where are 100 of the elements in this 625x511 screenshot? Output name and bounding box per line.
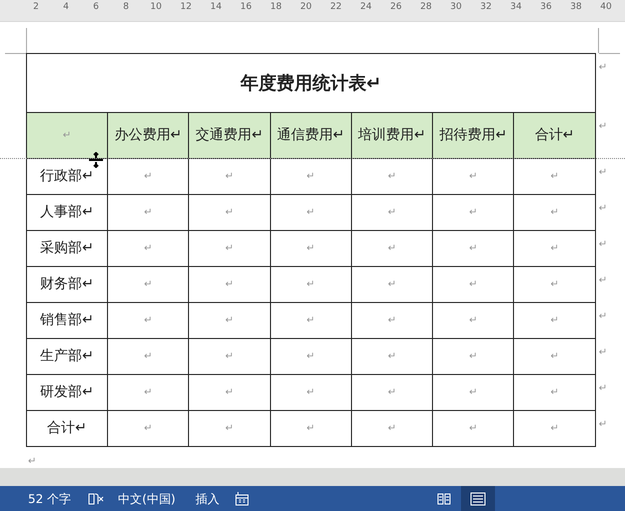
table-cell: ↵ — [514, 194, 596, 230]
column-header: 通信费用↵ — [270, 112, 352, 158]
table-cell: ↵ — [432, 266, 514, 302]
ruler-number: 36 — [540, 1, 552, 14]
table-cell: ↵ — [351, 410, 433, 446]
language-indicator[interactable]: 中文(中国) — [118, 490, 176, 508]
table-cell: ↵ — [514, 158, 596, 194]
table-cell: ↵ — [514, 338, 596, 374]
ruler-number: 26 — [390, 1, 402, 14]
table-cell: ↵ — [351, 374, 433, 410]
table-cell: ↵ — [351, 194, 433, 230]
table-cell: ↵ — [270, 338, 352, 374]
row-header: 研发部↵ — [26, 374, 108, 410]
word-count[interactable]: 52 个字 — [28, 490, 72, 508]
insert-mode[interactable]: 插入 — [195, 490, 220, 508]
row-end-mark: ↵ — [598, 203, 608, 215]
table-cell: ↵ — [108, 338, 189, 374]
ruler-number: 32 — [480, 1, 492, 14]
table-cell: ↵ — [188, 374, 270, 410]
table-cell: ↵ — [270, 230, 352, 266]
ruler-number: 6 — [93, 1, 99, 14]
column-header: 合计↵ — [514, 112, 596, 158]
table-cell: ↵ — [432, 230, 514, 266]
ruler-number: 34 — [510, 1, 522, 14]
ruler-number: 20 — [300, 1, 312, 14]
ruler-number: 14 — [210, 1, 222, 14]
table-cell: ↵ — [514, 266, 596, 302]
table-cell: ↵ — [270, 194, 352, 230]
table-cell: ↵ — [188, 410, 270, 446]
row-header: 采购部↵ — [26, 230, 108, 266]
table-cell: ↵ — [432, 374, 514, 410]
table-cell: ↵ — [432, 302, 514, 338]
table-cell: ↵ — [270, 266, 352, 302]
row-end-mark: ↵ — [598, 62, 608, 74]
table-cell: ↵ — [108, 410, 189, 446]
table-cell: ↵ — [188, 338, 270, 374]
table-cell: ↵ — [432, 194, 514, 230]
ruler-number: 18 — [270, 1, 282, 14]
row-end-mark: ↵ — [598, 383, 608, 395]
ruler-number: 4 — [63, 1, 69, 14]
table-cell: ↵ — [188, 194, 270, 230]
table-cell: ↵ — [108, 266, 189, 302]
row-end-mark: ↵ — [598, 311, 608, 323]
ruler-number: 24 — [360, 1, 372, 14]
table-cell: ↵ — [188, 158, 270, 194]
ruler-number: 8 — [123, 1, 129, 14]
table-cell: ↵ — [188, 302, 270, 338]
ruler-number: 16 — [240, 1, 252, 14]
row-header: 生产部↵ — [26, 338, 108, 374]
ruler-number: 40 — [600, 1, 612, 14]
column-header: 交通费用↵ — [188, 112, 270, 158]
table-cell: ↵ — [514, 302, 596, 338]
table-cell: ↵ — [351, 302, 433, 338]
table-cell: ↵ — [108, 230, 189, 266]
table-cell: ↵ — [432, 158, 514, 194]
table-cell: ↵ — [108, 302, 189, 338]
ruler-number: 38 — [570, 1, 582, 14]
table-cell: ↵ — [351, 158, 433, 194]
table-cell: ↵ — [514, 374, 596, 410]
table-cell: ↵ — [432, 338, 514, 374]
table-cell: ↵ — [270, 410, 352, 446]
table-cell: ↵ — [432, 410, 514, 446]
ruler-number: 30 — [450, 1, 462, 14]
macro-icon[interactable] — [235, 492, 250, 506]
page-icon — [470, 492, 486, 506]
table-cell: ↵ — [108, 194, 189, 230]
table-title: 年度费用统计表↵ — [26, 54, 596, 112]
row-header: 财务部↵ — [26, 266, 108, 302]
proofing-icon[interactable] — [88, 492, 104, 506]
row-end-mark: ↵ — [598, 275, 608, 287]
table-cell: ↵ — [270, 374, 352, 410]
move-cursor-icon — [88, 152, 104, 168]
row-header: 合计↵ — [26, 410, 108, 446]
row-end-mark: ↵ — [598, 121, 608, 133]
table-cell: ↵ — [188, 266, 270, 302]
table-cell: ↵ — [270, 158, 352, 194]
column-header: 办公费用↵ — [108, 112, 189, 158]
row-header: 人事部↵ — [26, 194, 108, 230]
table-cell: ↵ — [351, 338, 433, 374]
table-cell: ↵ — [108, 158, 189, 194]
ruler-number: 28 — [420, 1, 432, 14]
ruler-number: 10 — [150, 1, 162, 14]
row-end-mark: ↵ — [598, 239, 608, 251]
column-header: 招待费用↵ — [432, 112, 514, 158]
table-cell: ↵ — [188, 230, 270, 266]
print-layout-button[interactable] — [461, 486, 495, 511]
ruler-number: 22 — [330, 1, 342, 14]
table-cell: ↵ — [270, 302, 352, 338]
ruler-number: 12 — [180, 1, 192, 14]
paragraph-mark: ↵ — [28, 455, 36, 469]
table-cell: ↵ — [351, 266, 433, 302]
row-end-mark: ↵ — [598, 347, 608, 359]
book-icon — [437, 492, 451, 506]
column-header: ↵ — [26, 112, 108, 158]
column-header: 培训费用↵ — [351, 112, 433, 158]
row-header: 行政部↵ — [26, 158, 108, 194]
row-end-mark: ↵ — [598, 419, 608, 431]
row-end-mark: ↵ — [598, 167, 608, 179]
table-cell: ↵ — [351, 230, 433, 266]
table-cell: ↵ — [514, 410, 596, 446]
